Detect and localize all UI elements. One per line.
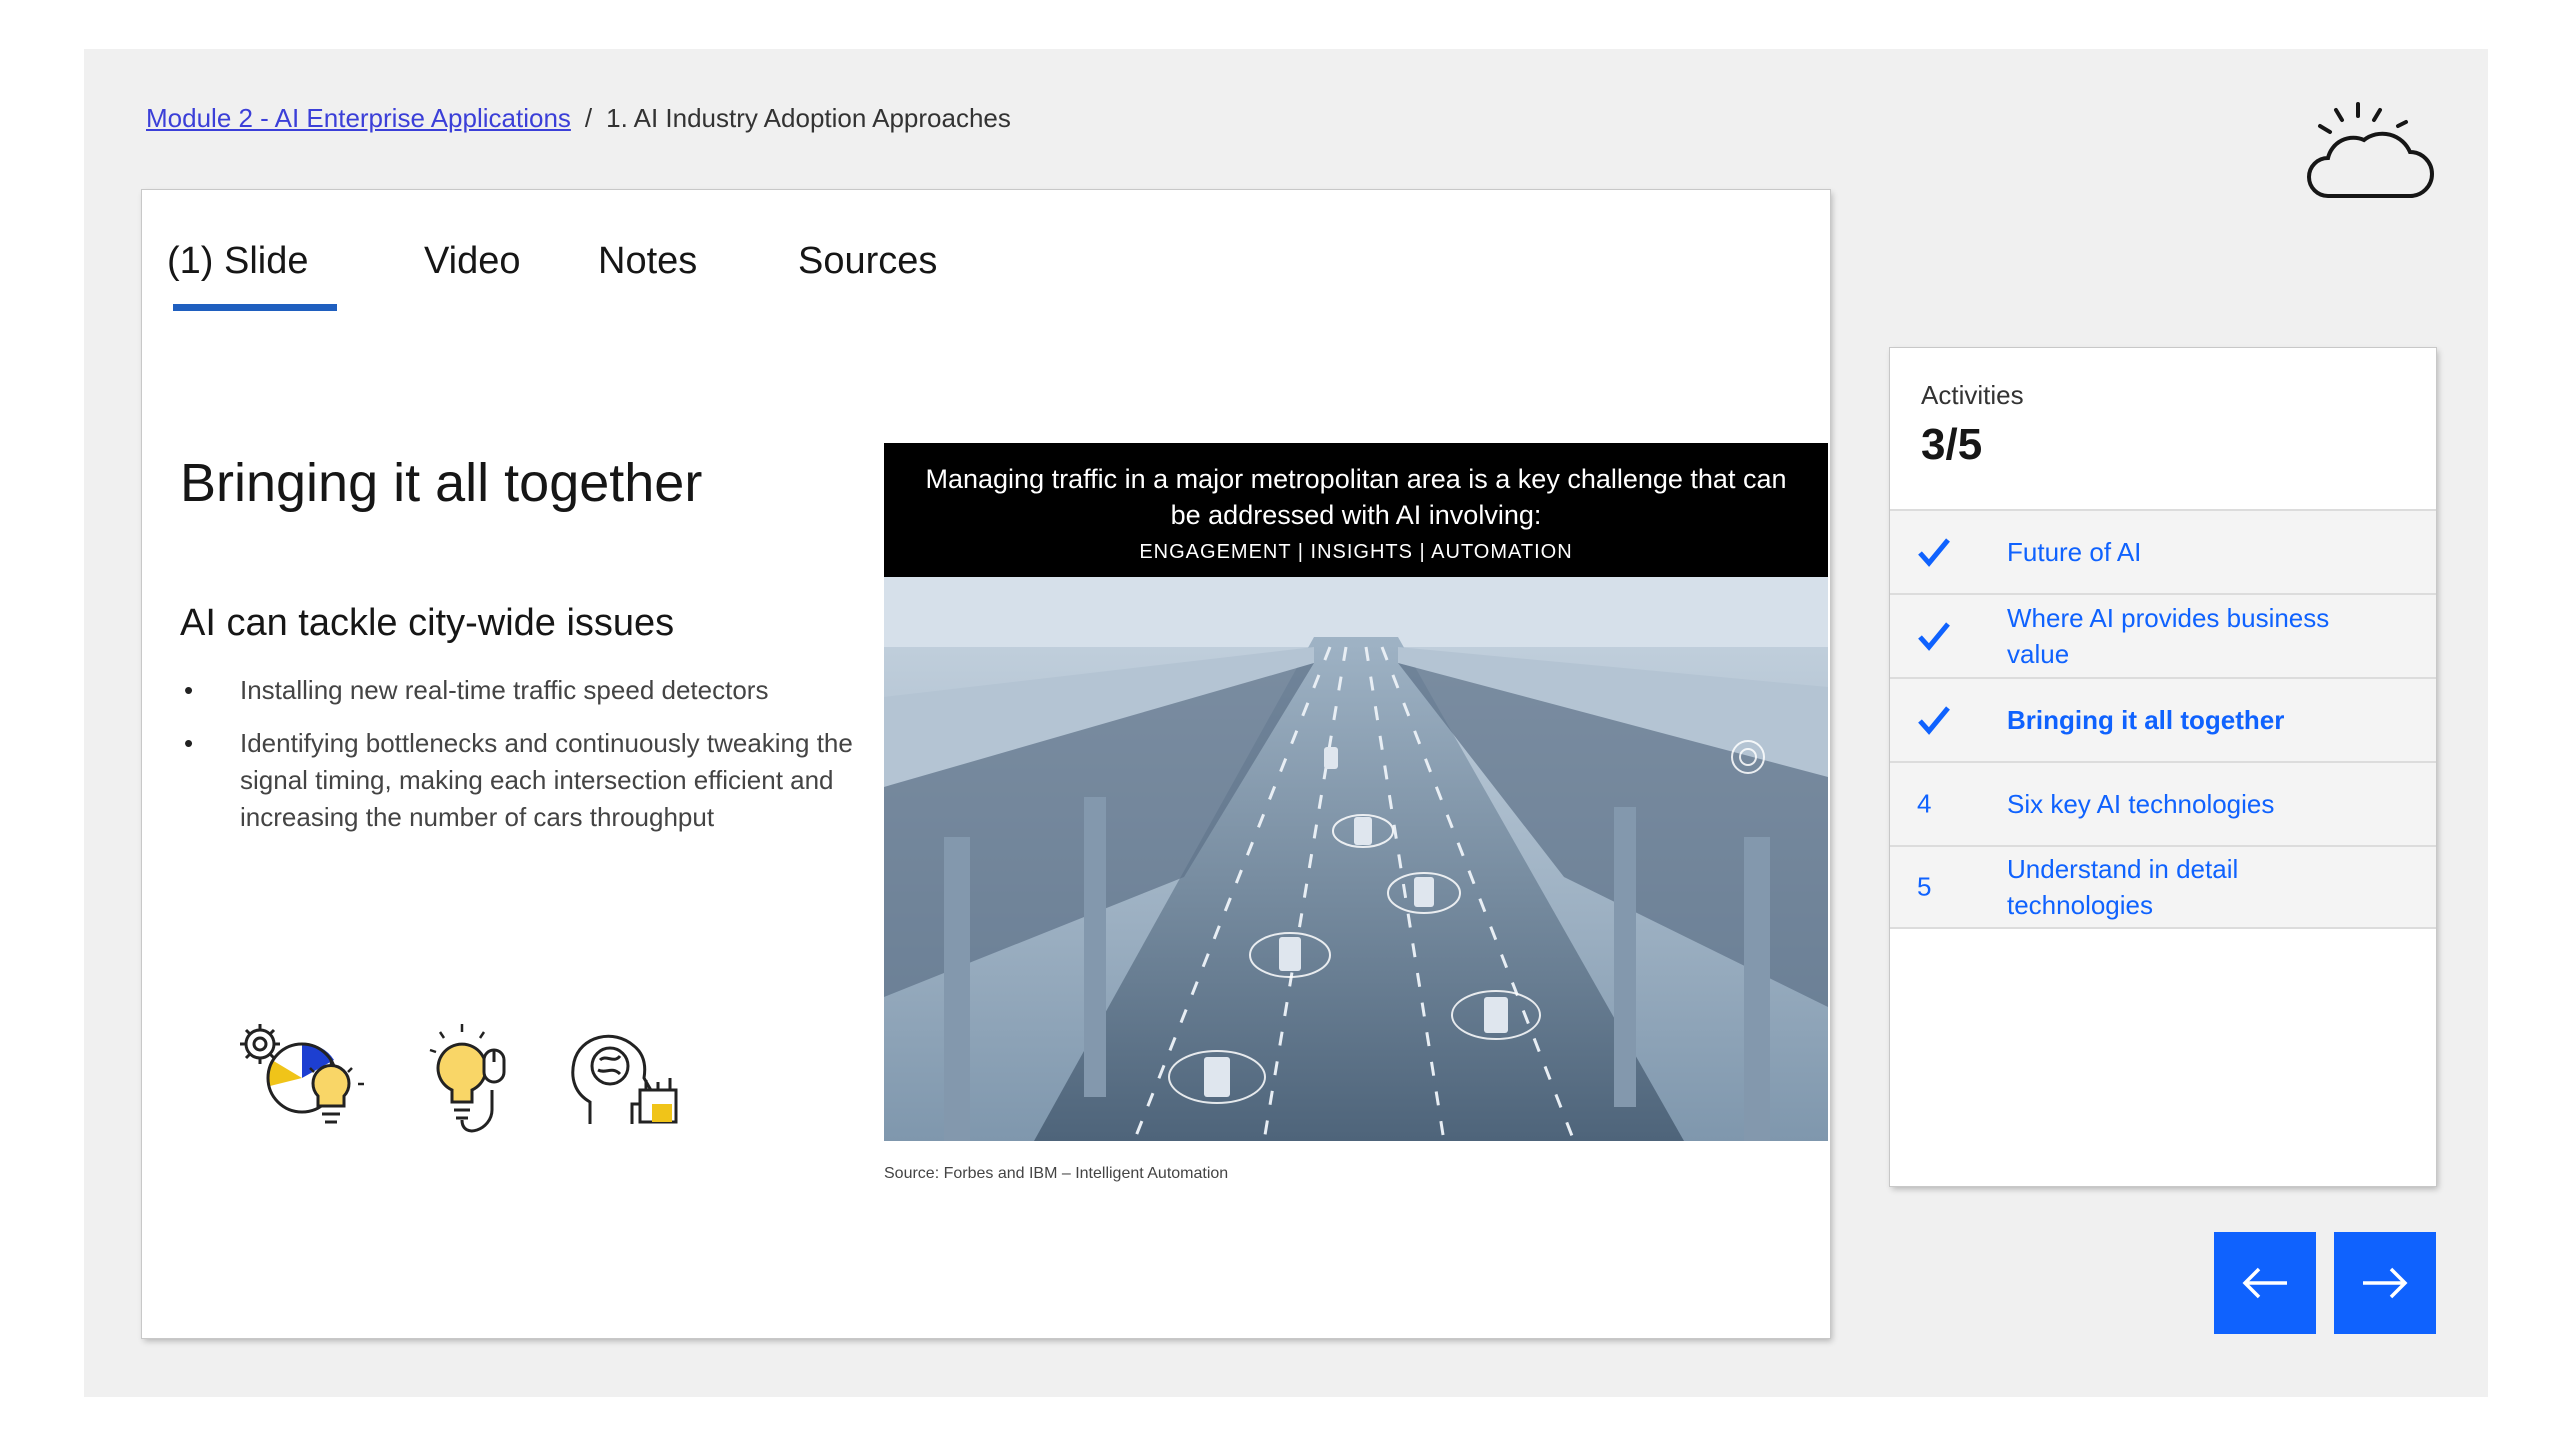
highway-scene-image bbox=[884, 577, 1828, 1141]
activity-item[interactable]: 4 Six key AI technologies bbox=[1890, 761, 2436, 845]
activities-count: 3/5 bbox=[1921, 420, 1983, 469]
image-caption-keywords: ENGAGEMENT | INSIGHTS | AUTOMATION bbox=[1139, 541, 1573, 563]
image-caption: Managing traffic in a major metropolitan… bbox=[884, 443, 1828, 577]
activities-list: Future of AI Where AI provides business … bbox=[1890, 509, 2436, 929]
arrow-right-icon bbox=[2363, 1267, 2408, 1299]
breadcrumb-current: 1. AI Industry Adoption Approaches bbox=[606, 103, 1011, 133]
slide-card: (1) Slide Video Notes Sources Bringing i… bbox=[142, 190, 1830, 1338]
activity-number: 4 bbox=[1917, 788, 1932, 819]
check-icon bbox=[1917, 621, 1957, 651]
activity-item[interactable]: 5 Understand in detail technologies bbox=[1890, 845, 2436, 929]
bullet-item: Installing new real-time traffic speed d… bbox=[180, 672, 880, 709]
image-caption-text: Managing traffic in a major metropolitan… bbox=[925, 464, 1787, 530]
bullet-item: Identifying bottlenecks and continuously… bbox=[180, 725, 880, 836]
activity-label: Six key AI technologies bbox=[2007, 789, 2275, 819]
tab-sources[interactable]: Sources bbox=[798, 240, 937, 283]
tab-video[interactable]: Video bbox=[424, 240, 521, 283]
activities-label: Activities bbox=[1921, 380, 2024, 410]
previous-button[interactable] bbox=[2214, 1232, 2316, 1334]
ibm-cloud-logo-icon bbox=[2307, 102, 2434, 198]
gears-pie-lightbulb-icon bbox=[240, 1024, 364, 1124]
activity-item[interactable]: Where AI provides business value bbox=[1890, 593, 2436, 677]
lightbulb-mouse-icon bbox=[429, 1024, 506, 1133]
breadcrumb: Module 2 - AI Enterprise Applications / … bbox=[146, 103, 1011, 134]
image-source: Source: Forbes and IBM – Intelligent Aut… bbox=[884, 1165, 1229, 1182]
activity-label: Understand in detail technologies bbox=[2007, 854, 2239, 920]
tab-bar: (1) Slide Video Notes Sources bbox=[142, 190, 1830, 330]
arrow-left-icon bbox=[2242, 1267, 2287, 1299]
check-icon bbox=[1917, 705, 1957, 735]
activities-panel: Activities 3/5 Future of AI Where AI pro… bbox=[1890, 348, 2436, 1186]
traffic-image: Managing traffic in a major metropolitan… bbox=[884, 443, 1828, 1141]
brain-head-chart-icon bbox=[571, 1034, 678, 1124]
activity-label: Where AI provides business value bbox=[2007, 603, 2330, 669]
next-button[interactable] bbox=[2334, 1232, 2436, 1334]
breadcrumb-separator: / bbox=[584, 103, 593, 133]
tab-notes[interactable]: Notes bbox=[598, 240, 697, 283]
slide-subtitle: AI can tackle city-wide issues bbox=[180, 602, 675, 644]
activity-label: Future of AI bbox=[2007, 537, 2142, 567]
activity-label: Bringing it all together bbox=[2007, 705, 2285, 735]
activity-item[interactable]: Future of AI bbox=[1890, 509, 2436, 593]
check-icon bbox=[1917, 537, 1957, 567]
activity-number: 5 bbox=[1917, 871, 1932, 902]
slide-title: Bringing it all together bbox=[180, 453, 703, 513]
slide-icons bbox=[230, 1020, 710, 1150]
activity-item-current[interactable]: Bringing it all together bbox=[1890, 677, 2436, 761]
breadcrumb-module-link[interactable]: Module 2 - AI Enterprise Applications bbox=[146, 103, 571, 134]
tab-slide[interactable]: (1) Slide bbox=[167, 240, 336, 311]
bullet-list: Installing new real-time traffic speed d… bbox=[180, 672, 880, 852]
